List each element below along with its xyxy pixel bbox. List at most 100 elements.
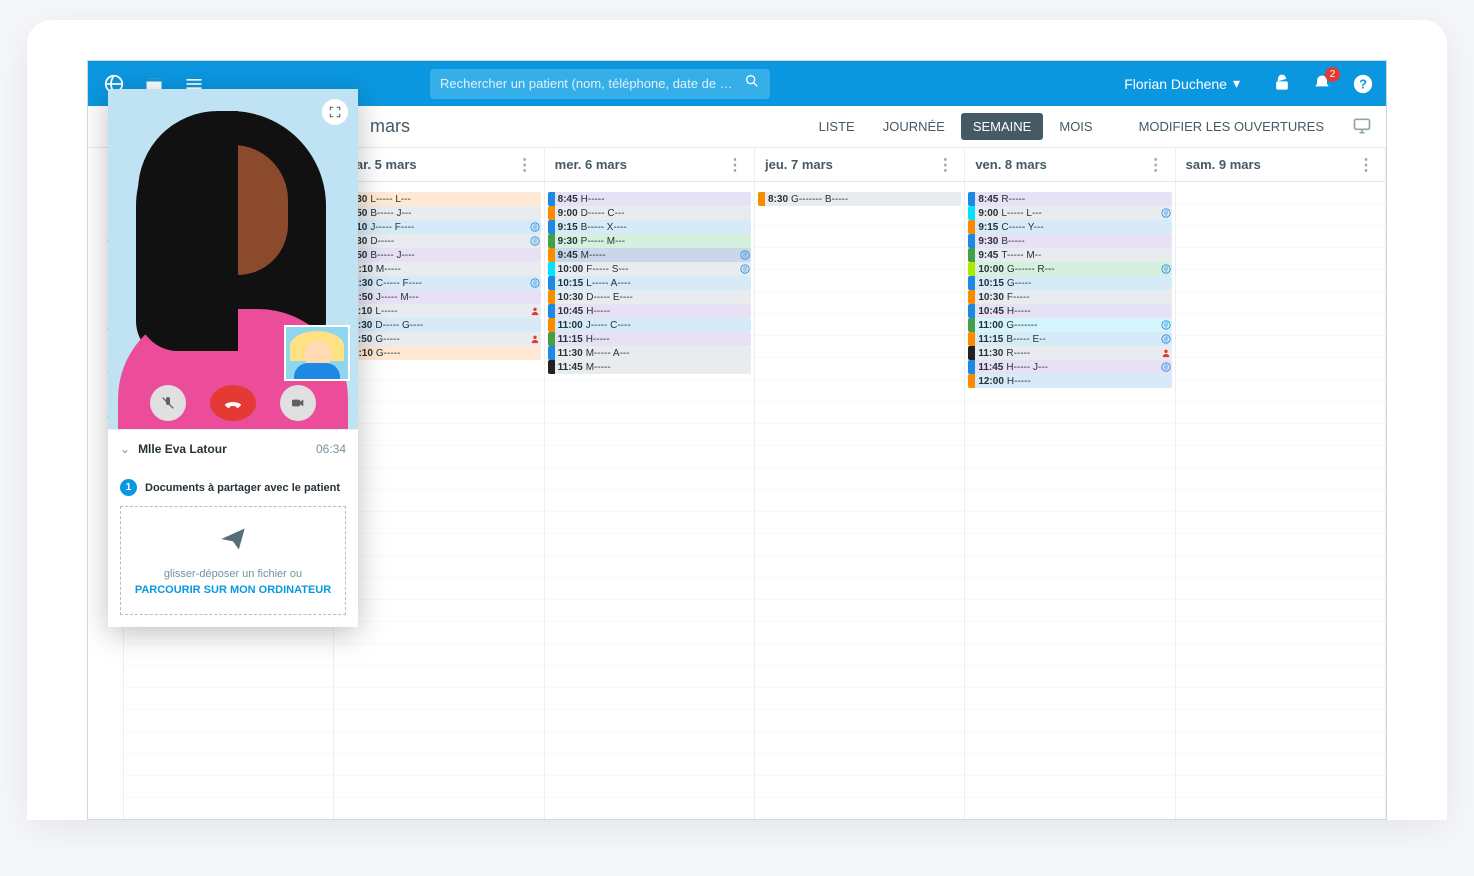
lock-icon[interactable] (1272, 73, 1294, 95)
svg-text:@: @ (532, 224, 537, 230)
laptop-frame: Florian Duchene ▾ 2 ? mars LISTE JOURNÉE… (27, 20, 1447, 820)
day-more-icon[interactable]: ⋮ (1358, 155, 1375, 175)
appointment[interactable]: 11:15B----- E--@ (968, 332, 1171, 346)
appointment[interactable]: 9:30D-----@ (337, 234, 540, 248)
appointment[interactable]: 9:30B----- (968, 234, 1171, 248)
appointment[interactable]: 10:30F----- (968, 290, 1171, 304)
notifications-icon[interactable]: 2 (1312, 73, 1334, 95)
drop-hint: glisser-déposer un fichier ou (131, 568, 335, 580)
day-body[interactable]: 8:30L----- L---8:50B----- J---9:10J-----… (334, 182, 543, 819)
appointment[interactable]: 10:50J----- M--- (337, 290, 540, 304)
appt-online-icon: @ (740, 250, 751, 261)
user-name: Florian Duchene (1124, 76, 1227, 92)
appointment[interactable]: 11:00J----- C---- (548, 318, 751, 332)
appointment[interactable]: 11:30R----- (968, 346, 1171, 360)
day-column: mer. 6 mars ⋮ 8:45H-----9:00D----- C---9:1… (545, 148, 755, 819)
svg-text:?: ? (1359, 76, 1367, 91)
appt-online-icon: @ (1161, 334, 1172, 345)
appointment[interactable]: 10:30D----- E---- (548, 290, 751, 304)
self-video-thumbnail[interactable] (284, 325, 350, 381)
notification-badge: 2 (1325, 67, 1340, 82)
day-header: ven. 8 mars⋮ (965, 148, 1174, 182)
appointment[interactable]: 11:10L----- (337, 304, 540, 318)
day-more-icon[interactable]: ⋮ (727, 155, 744, 175)
appointment[interactable]: 8:30L----- L--- (337, 192, 540, 206)
svg-text:@: @ (1163, 210, 1168, 216)
day-body[interactable]: 8:45R-----9:00L----- L---@9:15C----- Y--… (965, 182, 1174, 819)
appointment[interactable]: 12:10G----- (337, 346, 540, 360)
appointment[interactable]: 11:15H----- (548, 332, 751, 346)
patient-search[interactable] (430, 69, 770, 99)
search-icon[interactable] (744, 73, 760, 94)
search-input[interactable] (440, 76, 744, 91)
appointment[interactable]: 9:15C----- Y--- (968, 220, 1171, 234)
hangup-button[interactable] (210, 385, 256, 421)
expand-icon[interactable] (322, 99, 348, 125)
appt-person-icon (530, 306, 541, 317)
svg-text:@: @ (1163, 364, 1168, 370)
caller-info[interactable]: ⌄ Mlle Eva Latour 06:34 (108, 429, 358, 467)
appointment[interactable]: 8:45H----- (548, 192, 751, 206)
camera-button[interactable] (280, 385, 316, 421)
file-dropzone[interactable]: glisser-déposer un fichier ou PARCOURIR … (120, 506, 346, 615)
day-column: ven. 8 mars⋮8:45R-----9:00L----- L---@9:… (965, 148, 1175, 819)
help-icon[interactable]: ? (1352, 73, 1374, 95)
appointment[interactable]: 9:45T----- M-- (968, 248, 1171, 262)
day-body[interactable]: 8:30G------- B----- (755, 182, 964, 819)
appointment[interactable]: 9:15B----- X---- (548, 220, 751, 234)
day-more-icon[interactable]: ⋮ (517, 155, 534, 175)
appointment[interactable]: 11:45M----- (548, 360, 751, 374)
appointment[interactable]: 9:10J----- F----@ (337, 220, 540, 234)
user-menu[interactable]: Florian Duchene ▾ (1124, 75, 1240, 92)
svg-text:@: @ (1163, 266, 1168, 272)
appointment[interactable]: 8:30G------- B----- (758, 192, 961, 206)
svg-text:@: @ (1163, 322, 1168, 328)
day-more-icon[interactable]: ⋮ (1148, 155, 1165, 175)
day-label: sam. 9 mars (1186, 157, 1261, 172)
modify-openings[interactable]: MODIFIER LES OUVERTURES (1139, 119, 1324, 134)
appointment[interactable]: 9:45M-----@ (548, 248, 751, 262)
appointment[interactable]: 9:50B----- J---- (337, 248, 540, 262)
day-label: jeu. 7 mars (765, 157, 833, 172)
appointment[interactable]: 10:45H----- (548, 304, 751, 318)
appointment[interactable]: 12:00H----- (968, 374, 1171, 388)
appointment[interactable]: 11:30D----- G---- (337, 318, 540, 332)
day-label: mer. 6 mars (555, 157, 627, 172)
appointment[interactable]: 11:00G-------@ (968, 318, 1171, 332)
call-controls (108, 385, 358, 421)
caller-name: Mlle Eva Latour (138, 442, 227, 456)
appointment[interactable]: 10:00F----- S---@ (548, 262, 751, 276)
chevron-down-icon: ▾ (1233, 75, 1240, 92)
appointment[interactable]: 9:00D----- C--- (548, 206, 751, 220)
appointment[interactable]: 10:00G------ R---@ (968, 262, 1171, 276)
appointment[interactable]: 9:30P----- M--- (548, 234, 751, 248)
day-more-icon[interactable]: ⋮ (937, 155, 954, 175)
view-list[interactable]: LISTE (807, 113, 867, 140)
day-body[interactable]: 8:45H-----9:00D----- C---9:15B----- X---… (545, 182, 754, 819)
appointment[interactable]: 10:15G----- (968, 276, 1171, 290)
browse-link[interactable]: PARCOURIR SUR MON ORDINATEUR (131, 584, 335, 596)
appointment[interactable]: 10:45H----- (968, 304, 1171, 318)
appointment[interactable]: 11:50G----- (337, 332, 540, 346)
view-month[interactable]: MOIS (1047, 113, 1104, 140)
share-documents-section: 1 Documents à partager avec le patient g… (108, 467, 358, 627)
appointment[interactable]: 11:45H----- J---@ (968, 360, 1171, 374)
appointment[interactable]: 9:00L----- L---@ (968, 206, 1171, 220)
day-column: mar. 5 mars⋮8:30L----- L---8:50B----- J-… (334, 148, 544, 819)
day-header: jeu. 7 mars ⋮ (755, 148, 964, 182)
view-switcher: LISTE JOURNÉE SEMAINE MOIS (807, 113, 1105, 140)
svg-text:@: @ (532, 280, 537, 286)
appointment[interactable]: 10:10M----- (337, 262, 540, 276)
appointment[interactable]: 8:50B----- J--- (337, 206, 540, 220)
svg-text:@: @ (532, 238, 537, 244)
view-week[interactable]: SEMAINE (961, 113, 1044, 140)
appointment[interactable]: 11:30M----- A--- (548, 346, 751, 360)
display-icon[interactable] (1352, 116, 1374, 138)
mute-button[interactable] (150, 385, 186, 421)
appointment[interactable]: 10:15L----- A---- (548, 276, 751, 290)
appointment[interactable]: 10:30C----- F----@ (337, 276, 540, 290)
video-call-panel[interactable]: ⌄ Mlle Eva Latour 06:34 1 Documents à pa… (108, 89, 358, 627)
appointment[interactable]: 8:45R----- (968, 192, 1171, 206)
day-body[interactable] (1176, 182, 1385, 819)
view-day[interactable]: JOURNÉE (871, 113, 957, 140)
